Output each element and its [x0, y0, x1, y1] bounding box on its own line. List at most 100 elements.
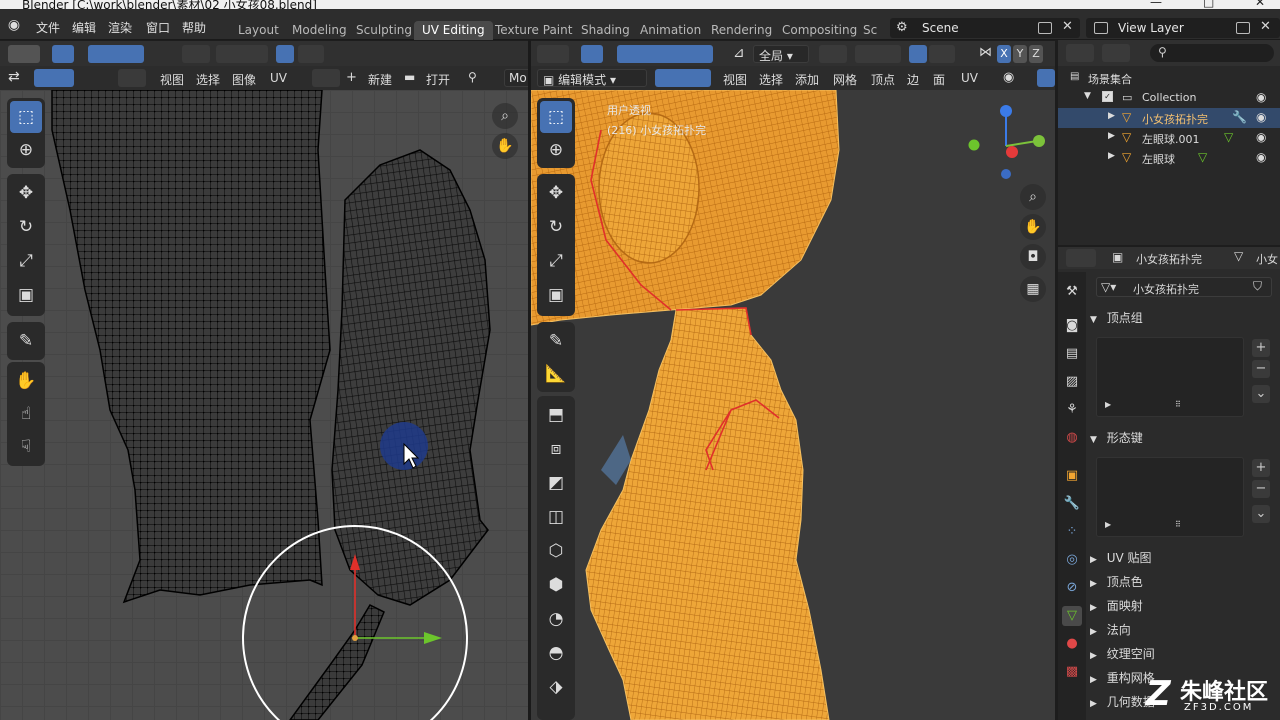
- collection-checkbox[interactable]: ✓: [1102, 91, 1113, 102]
- mode-dropdown[interactable]: ▣ 编辑模式 ▾: [537, 69, 647, 87]
- vp-annotate-tool[interactable]: ✎: [540, 325, 572, 357]
- particles-tab-icon[interactable]: ⁘: [1062, 522, 1082, 542]
- outliner-search-input[interactable]: ⚲: [1150, 44, 1274, 62]
- collection-visibility-icon[interactable]: ◉: [1256, 90, 1266, 104]
- add-vertex-group-button[interactable]: +: [1252, 339, 1270, 357]
- mirror-y-toggle[interactable]: Y: [1013, 45, 1027, 63]
- remove-shape-key-button[interactable]: −: [1252, 480, 1270, 498]
- loop-cut-tool[interactable]: ◫: [540, 501, 572, 533]
- grab-tool[interactable]: ✋: [10, 365, 42, 397]
- object-visibility-icon[interactable]: ◉: [1256, 150, 1266, 164]
- uv-maps-section-header[interactable]: ▶ UV 贴图: [1090, 549, 1276, 571]
- tab-layout[interactable]: Layout: [230, 21, 287, 40]
- expand-collection-icon[interactable]: ▼: [1084, 91, 1091, 101]
- vp-move-tool[interactable]: ✥: [540, 177, 572, 209]
- material-tab-icon[interactable]: ●: [1062, 634, 1082, 654]
- vp-zoom-icon[interactable]: ⌕: [1020, 184, 1046, 210]
- rotate-tool[interactable]: ↻: [10, 211, 42, 243]
- measure-tool[interactable]: 📐: [540, 358, 572, 390]
- tab-sculpting[interactable]: Sculpting: [348, 21, 420, 40]
- vp-menu-uv[interactable]: UV: [961, 71, 978, 85]
- selection-mode-buttons[interactable]: [88, 45, 144, 63]
- list-expand-icon[interactable]: ▶: [1105, 400, 1111, 409]
- texture-tab-icon[interactable]: ▩: [1062, 662, 1082, 682]
- transform-tool[interactable]: ▣: [10, 279, 42, 311]
- outliner-editor-type-button[interactable]: [1066, 44, 1094, 62]
- new-image-icon[interactable]: +: [346, 70, 357, 85]
- delete-scene-icon[interactable]: ✕: [1062, 19, 1073, 34]
- new-image-button[interactable]: 新建: [368, 71, 392, 88]
- physics-tab-icon[interactable]: ◎: [1062, 550, 1082, 570]
- menu-file[interactable]: 文件: [36, 19, 60, 36]
- vp-select-box-tool[interactable]: ⬚: [540, 101, 572, 133]
- normals-section-header[interactable]: ▶ 法向: [1090, 621, 1276, 643]
- uv-menu-view[interactable]: 视图: [160, 71, 184, 88]
- spin-tool[interactable]: ◔: [540, 603, 572, 635]
- blender-logo-icon[interactable]: ◉: [6, 17, 22, 33]
- orientation-icon[interactable]: ⊿: [733, 45, 745, 61]
- ortho-toggle-icon[interactable]: ▦: [1020, 276, 1046, 302]
- tab-texture-paint[interactable]: Texture Paint: [487, 21, 580, 40]
- constraints-tab-icon[interactable]: ⊘: [1062, 578, 1082, 598]
- select-tool-toggle[interactable]: [52, 45, 74, 63]
- object-visibility-icon[interactable]: ◉: [1256, 110, 1266, 124]
- delete-view-layer-icon[interactable]: ✕: [1260, 19, 1271, 34]
- list-resize-handle[interactable]: ⠿: [1175, 400, 1181, 409]
- expand-object-icon[interactable]: ▶: [1108, 131, 1115, 141]
- gizmo-toggle-icon[interactable]: [1037, 69, 1055, 87]
- tab-shading[interactable]: Shading: [573, 21, 638, 40]
- close-icon[interactable]: ✕: [1255, 0, 1265, 9]
- shape-keys-section-header[interactable]: ▼ 形态键: [1090, 429, 1276, 451]
- mirror-x-toggle[interactable]: X: [997, 45, 1011, 63]
- tool-tab-icon[interactable]: ⚒: [1062, 282, 1082, 302]
- vertex-groups-section-header[interactable]: ▼ 顶点组: [1090, 309, 1276, 331]
- menu-edit[interactable]: 编辑: [72, 19, 96, 36]
- viewport-proportional-icon[interactable]: [909, 45, 927, 63]
- add-shape-key-button[interactable]: +: [1252, 459, 1270, 477]
- inset-tool[interactable]: ⧈: [540, 433, 572, 465]
- expand-object-icon[interactable]: ▶: [1108, 111, 1115, 121]
- list-expand-icon[interactable]: ▶: [1105, 520, 1111, 529]
- menu-render[interactable]: 渲染: [108, 19, 132, 36]
- poly-build-tool[interactable]: ⬢: [540, 569, 572, 601]
- uv-menu-select[interactable]: 选择: [196, 71, 220, 88]
- uv-select-mode-buttons[interactable]: [34, 69, 74, 87]
- vp-cursor-tool[interactable]: ⊕: [540, 134, 572, 166]
- vertex-group-specials-button[interactable]: ⌄: [1252, 385, 1270, 403]
- pivot-icon[interactable]: [182, 45, 210, 63]
- texture-space-section-header[interactable]: ▶ 纹理空间: [1090, 645, 1276, 667]
- pin-icon[interactable]: ⚲: [468, 70, 477, 84]
- properties-editor-type-button[interactable]: [1066, 249, 1096, 267]
- remove-vertex-group-button[interactable]: −: [1252, 360, 1270, 378]
- viewport-falloff-icon[interactable]: [929, 45, 955, 63]
- tab-scripting[interactable]: Sc: [855, 21, 885, 40]
- outliner-collection-row[interactable]: ▼ ✓ ▭ Collection ◉: [1058, 88, 1280, 108]
- viewport-editor-type-button[interactable]: [537, 45, 569, 63]
- smooth-tool[interactable]: ◓: [540, 637, 572, 669]
- editor-type-button[interactable]: [8, 45, 40, 63]
- expand-object-icon[interactable]: ▶: [1108, 151, 1115, 161]
- shear-tool[interactable]: ⬗: [540, 671, 572, 703]
- mirror-icon[interactable]: ⋈: [979, 45, 992, 60]
- modifier-tab-icon[interactable]: 🔧: [1062, 494, 1082, 514]
- scene-tab-icon[interactable]: ⚘: [1062, 400, 1082, 420]
- sync-selection-icon[interactable]: ⇄: [8, 69, 20, 85]
- menu-help[interactable]: 帮助: [182, 19, 206, 36]
- viewport-snap-icon[interactable]: [855, 45, 901, 63]
- object-visibility-icon[interactable]: ◉: [1256, 130, 1266, 144]
- face-maps-section-header[interactable]: ▶ 面映射: [1090, 597, 1276, 619]
- select-box-tool[interactable]: ⬚: [10, 101, 42, 133]
- uv-menu-uv[interactable]: UV: [270, 71, 287, 85]
- vp-menu-mesh[interactable]: 网格: [833, 71, 857, 88]
- mesh-name-field[interactable]: ▽▾ 小女孩拓扑完 ⛉: [1096, 277, 1272, 297]
- new-view-layer-icon[interactable]: [1236, 22, 1250, 34]
- snap-icon[interactable]: [216, 45, 268, 63]
- sticky-select-icon[interactable]: [118, 69, 146, 87]
- vp-menu-view[interactable]: 视图: [723, 71, 747, 88]
- mesh-select-mode-buttons[interactable]: [655, 69, 711, 87]
- vertex-groups-list[interactable]: ▶ ⠿: [1096, 337, 1244, 417]
- vp-menu-add[interactable]: 添加: [795, 71, 819, 88]
- uv-menu-image[interactable]: 图像: [232, 71, 256, 88]
- mesh-data-tab-icon[interactable]: ▽: [1062, 606, 1082, 626]
- shape-keys-list[interactable]: ▶ ⠿: [1096, 457, 1244, 537]
